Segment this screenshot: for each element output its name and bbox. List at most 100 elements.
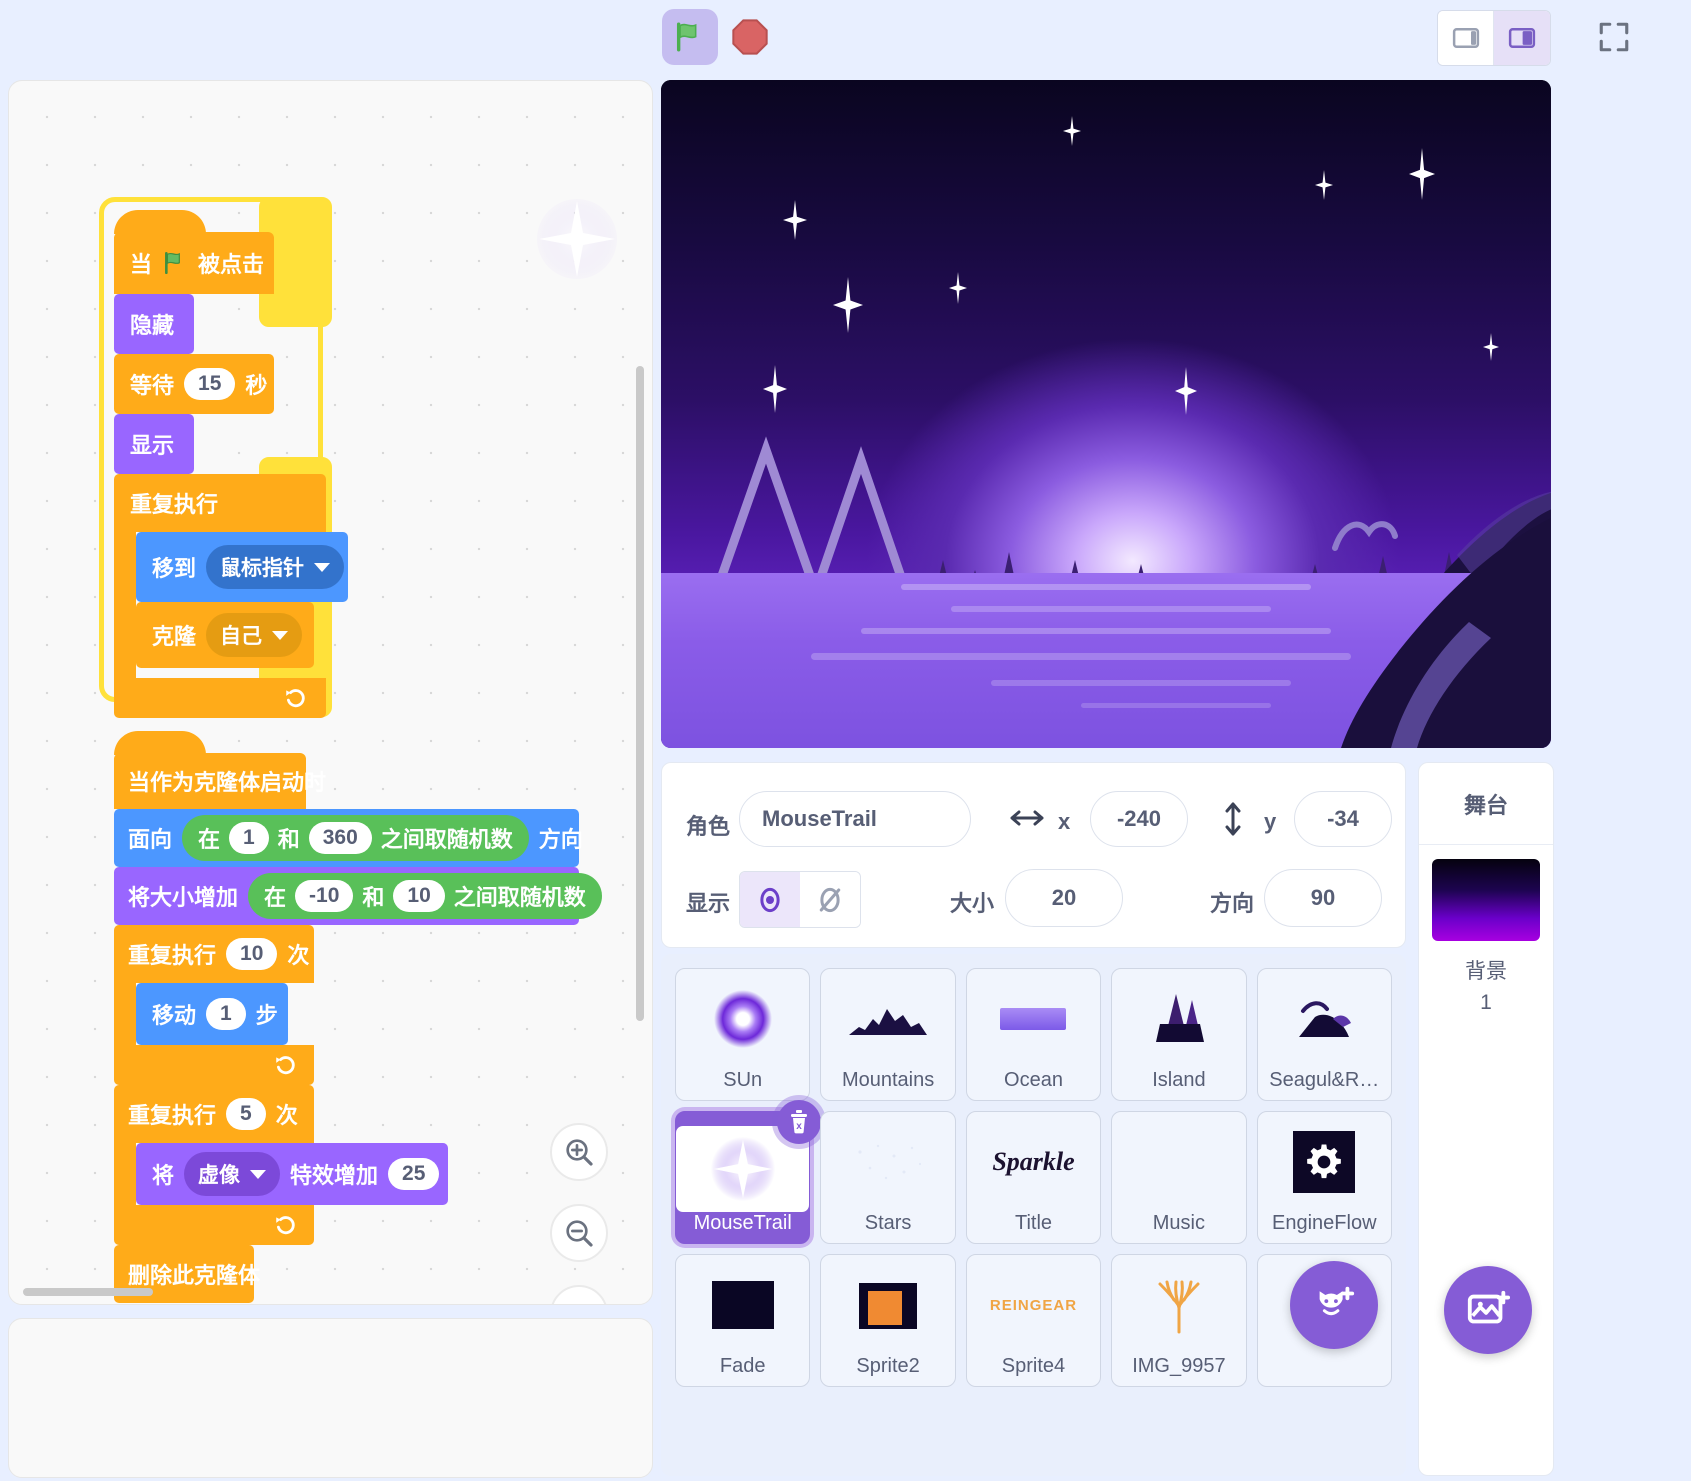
block-when-flag-clicked[interactable]: 当 被点击 bbox=[114, 210, 274, 294]
sprite-info-panel: 角色 MouseTrail x -240 y -34 显示 大小 20 方向 9… bbox=[661, 762, 1406, 948]
block-label-goto: 移到 bbox=[152, 556, 197, 581]
block-go-to[interactable]: 移到 鼠标指针 bbox=[136, 532, 348, 602]
size-input[interactable]: 20 bbox=[1005, 869, 1123, 927]
block-wait[interactable]: 等待 15 秒 bbox=[114, 354, 274, 414]
block-repeat-5[interactable]: 重复执行 5 次 将 虚像 特效增加 25 bbox=[114, 1085, 448, 1245]
code-workspace-lower[interactable] bbox=[8, 1318, 653, 1478]
add-backdrop-button[interactable] bbox=[1444, 1266, 1532, 1354]
block-text-when: 当 bbox=[130, 252, 153, 277]
workspace-vertical-scrollbar[interactable] bbox=[636, 366, 644, 1021]
operator-pick-random-direction[interactable]: 在 1 和 360 之间取随机数 bbox=[182, 815, 529, 861]
random-max-input[interactable]: 10 bbox=[393, 880, 445, 912]
repeat5-header[interactable]: 重复执行 5 次 bbox=[114, 1085, 314, 1143]
chevron-down-icon bbox=[272, 630, 289, 640]
sprite-thumbnail: REINGEAR bbox=[967, 1255, 1100, 1355]
add-sprite-icon bbox=[1319, 1286, 1355, 1316]
eye-crossed-icon bbox=[819, 887, 841, 912]
sprite-card-ocean[interactable]: Ocean bbox=[965, 968, 1102, 1101]
small-stage-button[interactable] bbox=[1438, 11, 1494, 65]
sprite-thumbnail bbox=[1112, 969, 1245, 1069]
script-when-flag-clicked[interactable]: 当 被点击 隐藏 等待 15 秒 显示 重复执行 移到 鼠标指针 克隆 自己 bbox=[99, 197, 348, 718]
zoom-out-button[interactable] bbox=[550, 1204, 608, 1262]
show-sprite-button[interactable] bbox=[740, 872, 800, 927]
effect-name-dropdown[interactable]: 虚像 bbox=[184, 1152, 281, 1196]
block-point-in-direction[interactable]: 面向 在 1 和 360 之间取随机数 方向 bbox=[114, 809, 583, 867]
op-label-and: 和 bbox=[362, 885, 385, 910]
sprite-card-mountains[interactable]: Mountains bbox=[820, 968, 956, 1101]
block-change-effect[interactable]: 将 虚像 特效增加 25 bbox=[136, 1143, 448, 1205]
delete-sprite-button[interactable]: x bbox=[777, 1100, 822, 1144]
move-steps-input[interactable]: 1 bbox=[206, 998, 246, 1030]
backdrop-thumbnail[interactable] bbox=[1432, 859, 1540, 941]
block-show[interactable]: 显示 bbox=[114, 414, 194, 474]
goto-target-dropdown[interactable]: 鼠标指针 bbox=[206, 545, 345, 589]
block-label-forever: 重复执行 bbox=[130, 492, 219, 517]
sprite-thumbnail bbox=[1258, 1112, 1391, 1212]
sprite-name: Music bbox=[1152, 1212, 1205, 1234]
op-label-and: 和 bbox=[277, 827, 300, 852]
forever-footer bbox=[114, 678, 326, 718]
sparkle-icon bbox=[710, 1136, 775, 1202]
sprite-name: Island bbox=[1152, 1069, 1206, 1091]
sprite-list[interactable]: SUn Mountains Ocean Island Seagul&R… Mou… bbox=[661, 954, 1406, 1476]
sprite-card-seagull-rock[interactable]: Seagul&R… bbox=[1256, 968, 1392, 1101]
repeat10-count-input[interactable]: 10 bbox=[226, 938, 278, 970]
sprite-card-img-9957[interactable]: IMG_9957 bbox=[1111, 1254, 1247, 1387]
effect-label-mid: 特效增加 bbox=[290, 1163, 379, 1188]
sprite-thumbnail bbox=[676, 969, 809, 1069]
forever-header[interactable]: 重复执行 bbox=[114, 474, 326, 532]
x-position-input[interactable]: -240 bbox=[1090, 791, 1188, 847]
large-stage-button[interactable] bbox=[1494, 11, 1550, 65]
sprite-name-input[interactable]: MouseTrail bbox=[739, 791, 971, 847]
random-min-input[interactable]: -10 bbox=[295, 880, 354, 912]
effect-label-before: 将 bbox=[152, 1163, 175, 1188]
add-sprite-button[interactable] bbox=[1290, 1261, 1378, 1349]
fullscreen-button[interactable] bbox=[1587, 10, 1641, 64]
sprite-card-sprite4[interactable]: REINGEAR Sprite4 bbox=[965, 1254, 1102, 1387]
block-change-size-by[interactable]: 将大小增加 在 -10 和 10 之间取随机数 bbox=[114, 867, 602, 925]
repeat5-count-input[interactable]: 5 bbox=[226, 1098, 266, 1130]
wait-seconds-input[interactable]: 15 bbox=[184, 368, 236, 400]
loop-arrow-icon bbox=[276, 1216, 295, 1235]
random-max-input[interactable]: 360 bbox=[308, 822, 372, 854]
sprite-card-island[interactable]: Island bbox=[1111, 968, 1247, 1101]
stage-selector-panel[interactable]: 舞台 背景 1 bbox=[1418, 762, 1554, 1476]
sprite-card-mousetrail[interactable]: MouseTrail x bbox=[675, 1100, 822, 1244]
repeat10-header[interactable]: 重复执行 10 次 bbox=[114, 925, 314, 983]
sprite-card-stars[interactable]: Stars bbox=[820, 1111, 956, 1244]
operator-pick-random-size[interactable]: 在 -10 和 10 之间取随机数 bbox=[248, 873, 602, 919]
block-hide[interactable]: 隐藏 bbox=[114, 294, 194, 354]
stop-button[interactable] bbox=[729, 16, 771, 58]
sprite-card-engineflow[interactable]: EngineFlow bbox=[1256, 1111, 1392, 1244]
sprite-card-sprite2[interactable]: Sprite2 bbox=[820, 1254, 956, 1387]
y-position-input[interactable]: -34 bbox=[1294, 791, 1392, 847]
block-label-show: 显示 bbox=[130, 433, 175, 458]
zoom-in-button[interactable] bbox=[550, 1123, 608, 1181]
stage-preview[interactable] bbox=[661, 80, 1551, 748]
block-repeat-10[interactable]: 重复执行 10 次 移动 1 步 bbox=[114, 925, 314, 1085]
code-workspace[interactable]: 当 被点击 隐藏 等待 15 秒 显示 重复执行 移到 鼠标指针 克隆 自己 当… bbox=[8, 80, 653, 1305]
green-flag-button[interactable] bbox=[662, 9, 718, 65]
sprite-card-title[interactable]: Sparkle Title bbox=[965, 1111, 1102, 1244]
workspace-horizontal-scrollbar[interactable] bbox=[23, 1288, 153, 1296]
hide-sprite-button[interactable] bbox=[800, 872, 860, 927]
block-forever[interactable]: 重复执行 移到 鼠标指针 克隆 自己 bbox=[114, 474, 348, 718]
direction-input[interactable]: 90 bbox=[1264, 869, 1382, 927]
sprite-thumbnail bbox=[1112, 1112, 1245, 1212]
block-move-steps[interactable]: 移动 1 步 bbox=[136, 983, 288, 1045]
zoom-reset-button[interactable] bbox=[550, 1285, 608, 1304]
script-when-i-start-as-clone[interactable]: 当作为克隆体启动时 面向 在 1 和 360 之间取随机数 方向 将大小增加 在 bbox=[114, 731, 602, 1303]
clone-target-dropdown[interactable]: 自己 bbox=[206, 613, 303, 657]
sprite-name-value: MouseTrail bbox=[762, 806, 877, 831]
sprite-card-sun[interactable]: SUn bbox=[675, 968, 811, 1101]
block-when-start-as-clone[interactable]: 当作为克隆体启动时 bbox=[114, 731, 326, 809]
block-create-clone[interactable]: 克隆 自己 bbox=[136, 602, 314, 668]
effect-amount-input[interactable]: 25 bbox=[388, 1158, 440, 1190]
random-min-input[interactable]: 1 bbox=[229, 822, 269, 854]
add-backdrop-icon bbox=[1467, 1290, 1511, 1324]
sprite-name: Stars bbox=[864, 1212, 912, 1234]
sprite-card-music[interactable]: Music bbox=[1111, 1111, 1247, 1244]
sprite-card-fade[interactable]: Fade bbox=[675, 1254, 811, 1387]
sprite-name: Seagul&R… bbox=[1269, 1069, 1380, 1091]
size-label: 大小 bbox=[950, 891, 995, 916]
